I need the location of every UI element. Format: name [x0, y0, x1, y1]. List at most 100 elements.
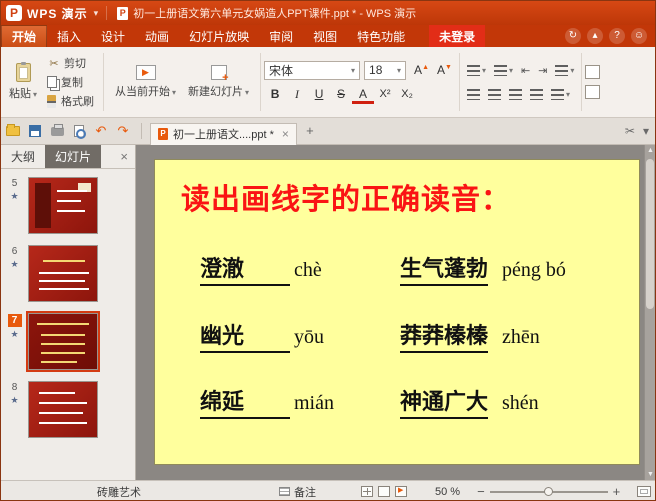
- cut-button[interactable]: ✂ 剪切: [43, 54, 98, 73]
- pronunciation-row: 澄澈 chè 生气蓬勃 péng bó: [155, 251, 639, 287]
- slide-title[interactable]: 读出画线字的正确读音：: [181, 176, 639, 218]
- thumb-text-line: [39, 392, 75, 394]
- play-from-current-button[interactable]: ▶ 从当前开始 ▾: [109, 51, 182, 113]
- align-right-button[interactable]: [505, 82, 526, 106]
- pinyin-text[interactable]: zhēn: [502, 326, 540, 349]
- strikethrough-button[interactable]: S: [330, 84, 352, 104]
- align-left-button[interactable]: [463, 82, 484, 106]
- word-text[interactable]: 绵延: [200, 384, 290, 419]
- font-name-select[interactable]: 宋体 ▾: [264, 60, 361, 80]
- slideshow-view-icon[interactable]: [395, 486, 407, 497]
- pinyin-text[interactable]: chè: [294, 259, 382, 282]
- print-button[interactable]: [47, 122, 67, 140]
- slide-thumbnail[interactable]: [28, 381, 98, 438]
- open-file-button[interactable]: [3, 122, 23, 140]
- zoom-percentage[interactable]: 50 %: [435, 486, 460, 498]
- login-button[interactable]: 未登录: [429, 25, 486, 47]
- slide-thumbnail[interactable]: [28, 177, 98, 234]
- font-size-select[interactable]: 18 ▾: [364, 60, 407, 80]
- tab-list-chevron-icon[interactable]: ▾: [643, 124, 649, 138]
- tab-slides[interactable]: 幻灯片: [45, 145, 102, 168]
- collapse-ribbon-icon[interactable]: ▴: [587, 28, 603, 44]
- scroll-down-icon[interactable]: ▼: [645, 469, 655, 480]
- shape-tool-icon[interactable]: [585, 65, 601, 79]
- tab-home[interactable]: 开始: [1, 25, 48, 47]
- thumb-text-line: [37, 323, 89, 325]
- decrease-font-button[interactable]: A▼: [433, 63, 456, 77]
- help-icon[interactable]: ?: [609, 28, 625, 44]
- normal-view-icon[interactable]: [361, 486, 373, 497]
- save-button[interactable]: [25, 122, 45, 140]
- close-sidebar-icon[interactable]: ×: [120, 149, 128, 164]
- thumb-text-line: [57, 190, 87, 192]
- zoom-thumb[interactable]: [543, 486, 553, 496]
- tab-view[interactable]: 视图: [303, 25, 347, 47]
- zoom-track[interactable]: [489, 486, 608, 496]
- new-slide-button[interactable]: 新建幻灯片▾: [182, 51, 255, 113]
- tabbar-right-icons: ✂ ▾: [617, 124, 655, 138]
- print-preview-button[interactable]: [69, 122, 89, 140]
- close-tab-icon[interactable]: ×: [282, 127, 289, 141]
- tab-special-features[interactable]: 特色功能: [347, 25, 415, 47]
- notes-button[interactable]: 备注: [279, 484, 316, 500]
- tab-design[interactable]: 设计: [91, 25, 135, 47]
- pinyin-text[interactable]: péng bó: [502, 259, 566, 282]
- bullet-list-button[interactable]: ▾: [463, 58, 490, 82]
- undo-button[interactable]: ↶: [91, 122, 111, 140]
- document-tab[interactable]: P 初一上册语文....ppt * ×: [150, 122, 297, 145]
- slide-thumbnail-selected[interactable]: [26, 311, 100, 372]
- pinyin-text[interactable]: mián: [294, 392, 382, 415]
- word-text[interactable]: 幽光: [200, 318, 290, 353]
- tab-outline[interactable]: 大纲: [1, 145, 45, 168]
- skin-icon[interactable]: ↻: [565, 28, 581, 44]
- scrollbar-thumb[interactable]: [646, 159, 654, 309]
- paste-button[interactable]: 粘贴 ▾: [3, 51, 43, 113]
- italic-button[interactable]: I: [286, 84, 308, 104]
- align-center-button[interactable]: [484, 82, 505, 106]
- thumb-text-line: [39, 280, 85, 282]
- underline-button[interactable]: U: [308, 84, 330, 104]
- text-direction-button[interactable]: ▾: [551, 58, 578, 82]
- slide-thumbnail[interactable]: [28, 245, 98, 302]
- pinyin-text[interactable]: yōu: [294, 326, 382, 349]
- zoom-in-icon[interactable]: +: [608, 484, 626, 499]
- line-spacing-button[interactable]: ▾: [547, 82, 574, 106]
- word-text[interactable]: 神通广大: [400, 384, 489, 419]
- new-slide-icon: [210, 65, 229, 84]
- tab-insert[interactable]: 插入: [47, 25, 91, 47]
- decrease-indent-button[interactable]: ⇤: [517, 58, 534, 82]
- arrange-tool-icon[interactable]: [585, 85, 601, 99]
- superscript-button[interactable]: X²: [374, 84, 396, 104]
- copy-button[interactable]: 复制: [43, 73, 98, 92]
- word-text[interactable]: 生气蓬勃: [400, 251, 489, 287]
- fit-slide-to-window-icon[interactable]: [637, 486, 652, 497]
- increase-indent-button[interactable]: ⇥: [534, 58, 551, 82]
- app-menu-button[interactable]: WPS 演示: [27, 5, 88, 22]
- scissors-icon[interactable]: ✂: [625, 124, 635, 138]
- new-document-tab-button[interactable]: +: [301, 122, 319, 140]
- font-color-button[interactable]: A: [352, 87, 375, 104]
- zoom-out-icon[interactable]: −: [472, 484, 490, 499]
- thumb-text-line: [41, 343, 85, 345]
- redo-button[interactable]: ↷: [113, 122, 133, 140]
- format-painter-button[interactable]: 格式刷: [43, 92, 98, 111]
- bold-button[interactable]: B: [264, 84, 286, 104]
- pinyin-text[interactable]: shén: [502, 392, 539, 415]
- tab-review[interactable]: 审阅: [259, 25, 303, 47]
- vertical-scrollbar[interactable]: ▲ ▼: [644, 145, 655, 480]
- numbered-list-button[interactable]: ▾: [490, 58, 517, 82]
- theme-name: 砖雕艺术: [97, 486, 141, 499]
- smiley-feedback-icon[interactable]: ☺: [631, 28, 647, 44]
- word-text[interactable]: 莽莽榛榛: [400, 318, 489, 353]
- slide-canvas[interactable]: 读出画线字的正确读音： 澄澈 chè 生气蓬勃 péng bó 幽光 yōu 莽…: [154, 159, 640, 465]
- subscript-button[interactable]: X₂: [396, 84, 418, 104]
- tab-animation[interactable]: 动画: [135, 25, 179, 47]
- tab-slideshow[interactable]: 幻灯片放映: [179, 25, 259, 47]
- justify-button[interactable]: [526, 82, 547, 106]
- word-text[interactable]: 澄澈: [200, 251, 290, 287]
- scroll-up-icon[interactable]: ▲: [645, 145, 655, 156]
- slide-sorter-view-icon[interactable]: [378, 486, 390, 497]
- increase-font-button[interactable]: A▲: [410, 63, 433, 77]
- view-switcher: [356, 486, 407, 497]
- chevron-down-icon[interactable]: ▾: [94, 8, 99, 19]
